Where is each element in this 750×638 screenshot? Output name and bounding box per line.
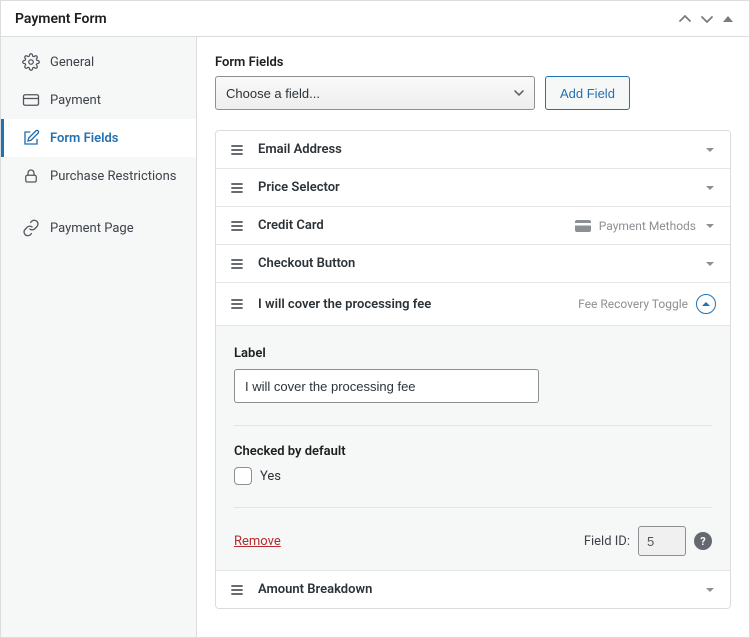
edit-icon: [22, 129, 40, 147]
field-title: Amount Breakdown: [258, 582, 696, 597]
sidebar-item-form-fields[interactable]: Form Fields: [1, 119, 196, 157]
settings-footer: Remove Field ID: ?: [234, 526, 712, 556]
lock-icon: [22, 167, 40, 185]
label-input[interactable]: [234, 369, 539, 403]
drag-icon[interactable]: [230, 181, 248, 195]
field-meta: Payment Methods: [575, 219, 696, 233]
field-settings: Label Checked by default Yes Remove Fiel…: [216, 325, 730, 570]
credit-card-icon: [22, 91, 40, 109]
sidebar-item-purchase-restrictions[interactable]: Purchase Restrictions: [1, 157, 196, 195]
panel-controls: [677, 11, 735, 27]
field-title: Checkout Button: [258, 256, 696, 271]
drag-icon[interactable]: [230, 143, 248, 157]
drag-icon[interactable]: [230, 583, 248, 597]
sidebar-item-label: Purchase Restrictions: [50, 169, 176, 184]
sidebar: General Payment Form Fields Purchase Res…: [1, 37, 197, 637]
link-icon: [22, 219, 40, 237]
move-up-icon[interactable]: [677, 11, 693, 27]
field-title: Email Address: [258, 142, 696, 157]
checked-heading: Checked by default: [234, 444, 712, 459]
field-select[interactable]: Choose a field...: [215, 76, 535, 110]
field-row-price-selector[interactable]: Price Selector: [216, 168, 730, 206]
sidebar-item-payment-page[interactable]: Payment Page: [1, 209, 196, 247]
sidebar-item-label: Form Fields: [50, 131, 118, 146]
field-title: Price Selector: [258, 180, 696, 195]
field-id-input: [638, 526, 686, 556]
help-icon[interactable]: ?: [694, 532, 712, 550]
section-label: Form Fields: [215, 55, 731, 70]
field-select-wrap: Choose a field...: [215, 76, 535, 110]
field-meta-text: Fee Recovery Toggle: [578, 297, 688, 311]
divider: [234, 425, 712, 426]
chevron-down-icon: [704, 584, 716, 596]
gear-icon: [22, 53, 40, 71]
field-meta-text: Payment Methods: [599, 219, 696, 233]
chevron-down-icon: [704, 182, 716, 194]
sidebar-item-payment[interactable]: Payment: [1, 81, 196, 119]
checked-by-default-option[interactable]: Yes: [234, 467, 712, 485]
sidebar-item-label: Payment Page: [50, 221, 134, 236]
collapse-up-icon[interactable]: [696, 294, 716, 314]
panel-header: Payment Form: [1, 1, 749, 37]
drag-icon[interactable]: [230, 257, 248, 271]
field-list: Email Address Price Selector: [215, 130, 731, 609]
chevron-down-icon: [704, 220, 716, 232]
field-id-group: Field ID: ?: [584, 526, 712, 556]
checked-option-label: Yes: [260, 469, 281, 484]
move-down-icon[interactable]: [699, 11, 715, 27]
field-row-credit-card[interactable]: Credit Card Payment Methods: [216, 206, 730, 244]
field-meta: Fee Recovery Toggle: [578, 297, 688, 311]
payment-form-panel: Payment Form General: [0, 0, 750, 638]
sidebar-item-label: Payment: [50, 93, 101, 108]
field-chooser-row: Choose a field... Add Field: [215, 76, 731, 110]
sidebar-item-general[interactable]: General: [1, 43, 196, 81]
chevron-down-icon: [704, 144, 716, 156]
panel-title: Payment Form: [15, 11, 107, 27]
drag-icon[interactable]: [230, 219, 248, 233]
credit-card-icon: [575, 220, 591, 232]
field-row-fee-recovery[interactable]: I will cover the processing fee Fee Reco…: [216, 282, 730, 325]
label-heading: Label: [234, 346, 712, 361]
drag-icon[interactable]: [230, 297, 248, 311]
panel-body: General Payment Form Fields Purchase Res…: [1, 37, 749, 637]
field-id-label: Field ID:: [584, 534, 630, 549]
field-row-amount-breakdown[interactable]: Amount Breakdown: [216, 570, 730, 608]
add-field-button[interactable]: Add Field: [545, 76, 630, 110]
field-title: I will cover the processing fee: [258, 297, 578, 312]
chevron-down-icon: [704, 258, 716, 270]
remove-link[interactable]: Remove: [234, 534, 281, 549]
field-row-email[interactable]: Email Address: [216, 131, 730, 168]
checked-checkbox[interactable]: [234, 467, 252, 485]
main-content: Form Fields Choose a field... Add Field: [197, 37, 749, 637]
divider: [234, 507, 712, 508]
sidebar-item-label: General: [50, 55, 94, 70]
field-row-checkout-button[interactable]: Checkout Button: [216, 244, 730, 282]
field-title: Credit Card: [258, 218, 575, 233]
collapse-icon[interactable]: [721, 12, 735, 26]
